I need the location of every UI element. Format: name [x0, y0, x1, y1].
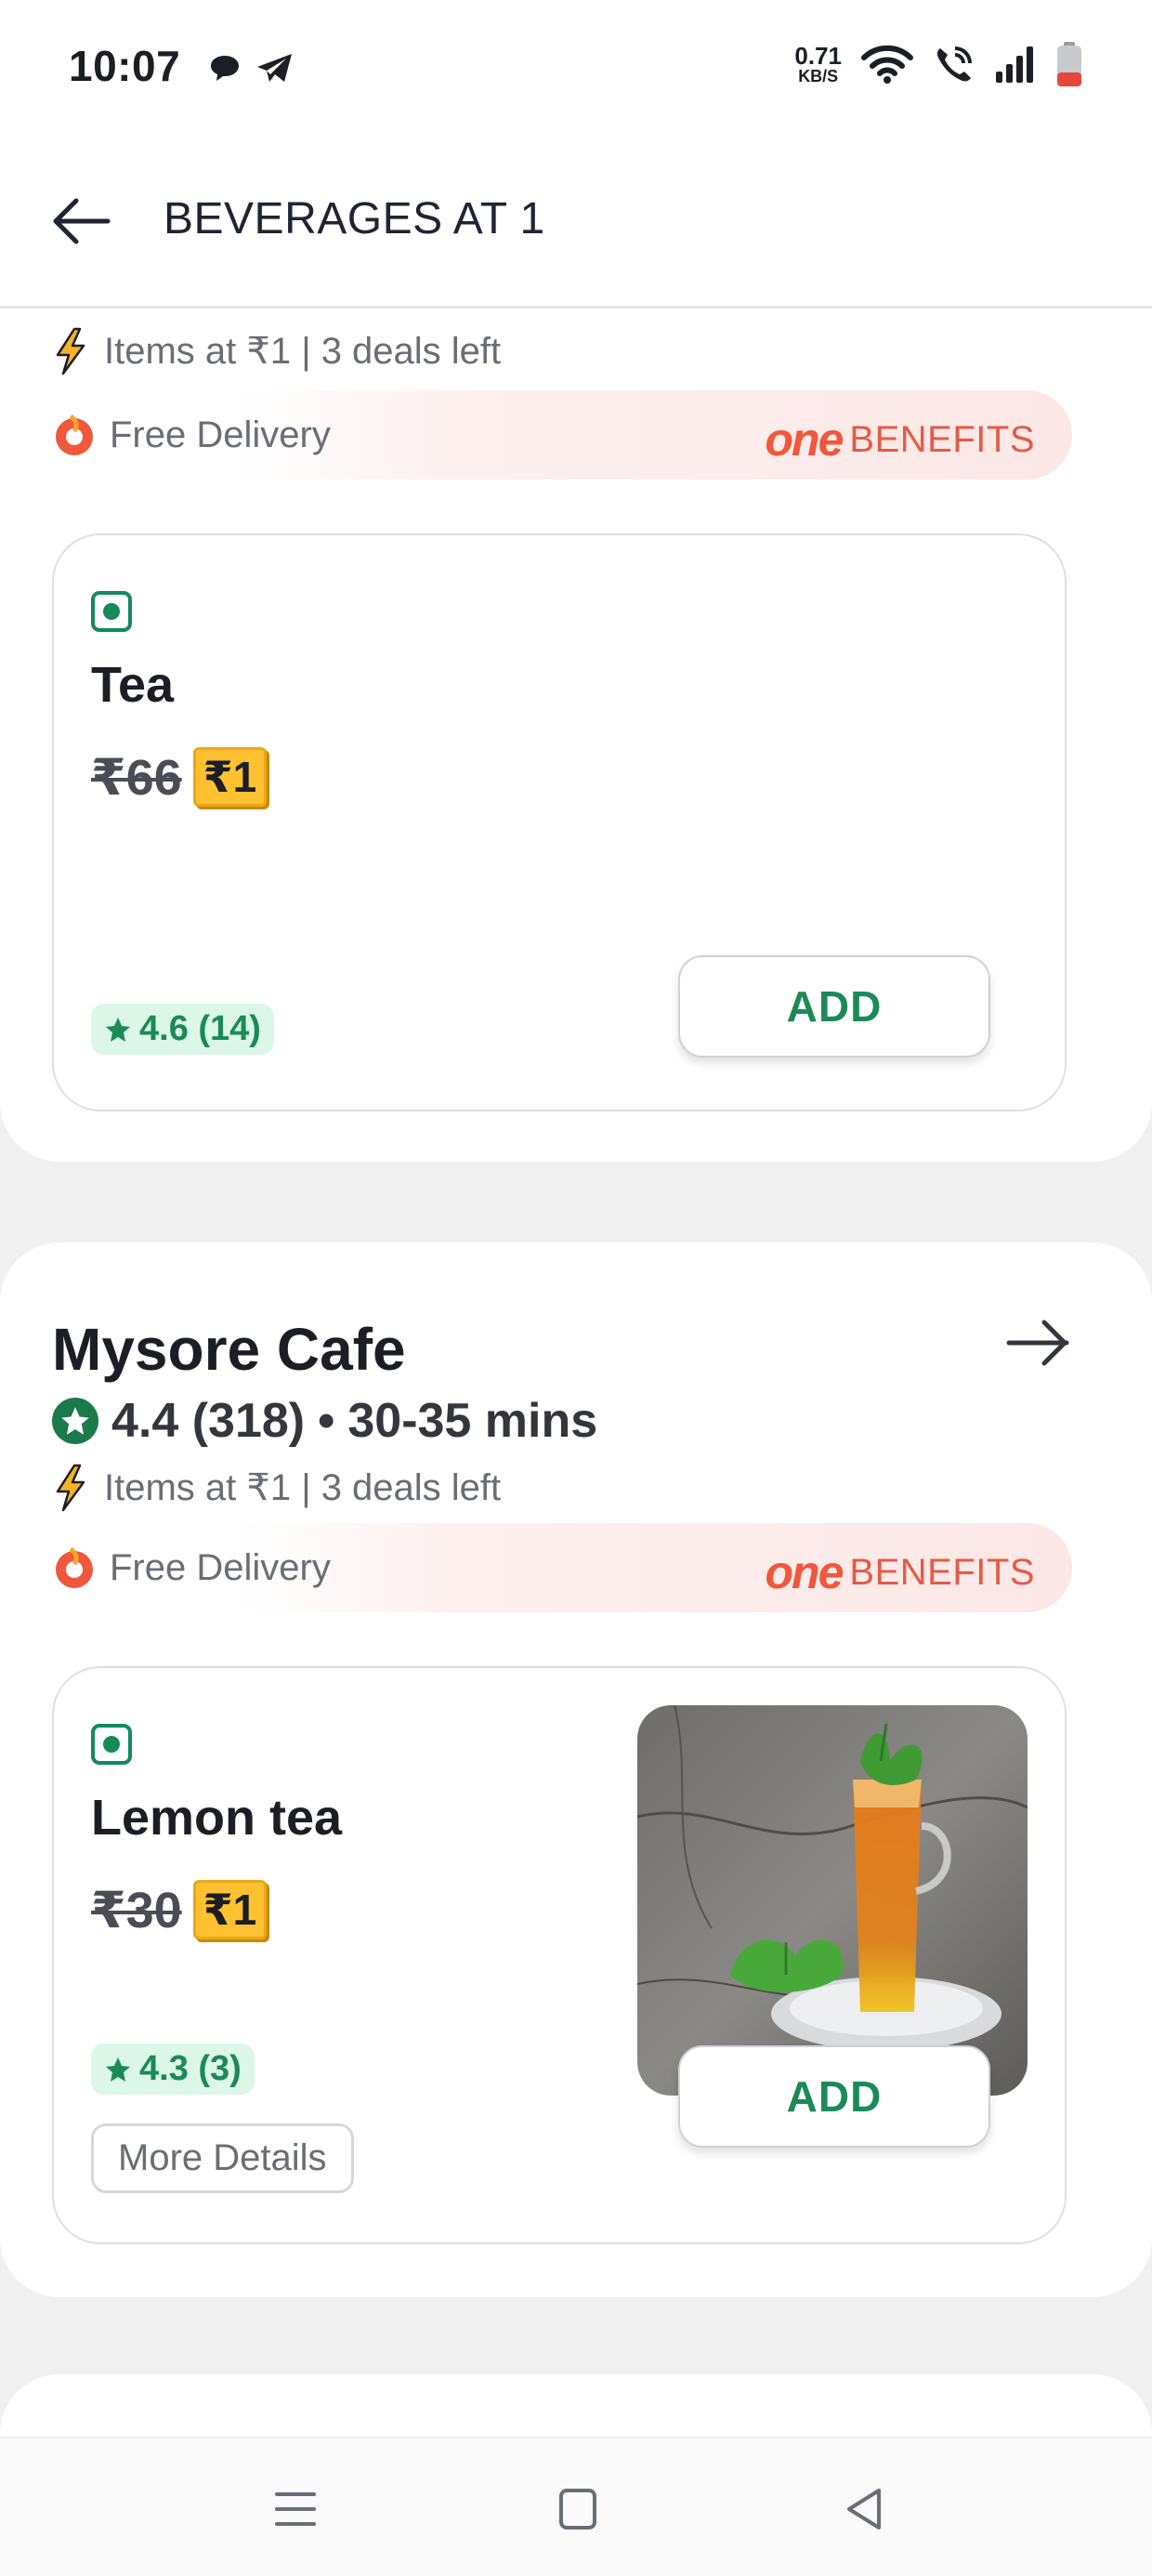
original-price: ₹30 [91, 1882, 182, 1939]
lightning-icon [56, 327, 85, 375]
original-price: ₹66 [91, 749, 182, 806]
net-speed: 0.71 KB/S [794, 44, 842, 85]
item-rating-text: 4.6 (14) [139, 1009, 261, 1048]
free-delivery-label: Free Delivery [110, 414, 331, 455]
delivery-eta: 30-35 mins [347, 1394, 598, 1448]
deal-price-badge: ₹1 [192, 1880, 268, 1939]
rating-star-icon [52, 1398, 98, 1444]
benefits-label: BENEFITS [849, 418, 1035, 460]
item-rating-text: 4.3 (3) [139, 2049, 242, 2088]
app-header: BEVERAGES AT 1 [0, 139, 1152, 309]
restaurant-card: Mysore Cafe 4.4 (318) • 30-35 mins Items… [0, 1242, 1152, 2297]
item-name: Tea [91, 657, 175, 713]
status-system-icons: 0.71 KB/S [794, 41, 1083, 87]
system-nav-bar [0, 2437, 1152, 2576]
one-benefits: one BENEFITS [766, 1545, 1036, 1599]
lightning-icon [56, 1464, 85, 1512]
one-logo: one [765, 414, 844, 466]
deals-text: Items at ₹1 | 3 deals left [104, 1467, 502, 1508]
deal-price-badge: ₹1 [192, 747, 268, 807]
status-notification-icons [206, 50, 295, 87]
restaurant-rating: 4.4 (318) [111, 1394, 306, 1448]
one-logo: one [765, 1546, 844, 1598]
veg-indicator-icon [91, 1724, 132, 1765]
wifi-call-icon [936, 46, 972, 82]
restaurant-card: Items at ₹1 | 3 deals left Free Delivery… [0, 186, 1152, 1162]
home-icon[interactable] [550, 2483, 606, 2535]
deals-text: Items at ₹1 | 3 deals left [104, 331, 502, 372]
item-rating-badge: 4.3 (3) [91, 2044, 255, 2095]
item-name: Lemon tea [91, 1790, 343, 1846]
net-speed-unit: KB/S [798, 67, 839, 85]
star-icon [106, 2057, 130, 2082]
veg-indicator-icon [91, 591, 132, 632]
net-speed-value: 0.71 [794, 42, 842, 70]
item-rating-badge: 4.6 (14) [91, 1004, 274, 1055]
battery-icon [1057, 42, 1081, 86]
status-bar: 10:07 0.71 KB/S [0, 0, 1152, 139]
one-benefits: one BENEFITS [766, 413, 1036, 467]
one-benefits-strip[interactable]: Free Delivery one BENEFITS [52, 390, 1072, 480]
deals-row: Items at ₹1 | 3 deals left [52, 327, 501, 375]
signal-icon [996, 46, 1033, 83]
status-time: 10:07 [69, 42, 181, 90]
menu-item-card[interactable]: Tea ₹66 ₹1 4.6 (14) ADD [52, 533, 1067, 1111]
menu-icon[interactable] [268, 2483, 323, 2535]
page-title: BEVERAGES AT 1 [164, 194, 545, 243]
chat-icon [211, 56, 239, 81]
deals-row: Items at ₹1 | 3 deals left [52, 1464, 501, 1512]
star-icon [106, 1017, 130, 1042]
arrow-left-icon[interactable] [48, 195, 111, 247]
add-button[interactable]: ADD [678, 2045, 990, 2148]
telegram-icon [257, 54, 292, 82]
add-button[interactable]: ADD [678, 955, 990, 1058]
separator-dot: • [318, 1394, 335, 1448]
restaurant-rating-row: 4.4 (318) • 30-35 mins [52, 1393, 597, 1449]
restaurant-name[interactable]: Mysore Cafe [52, 1315, 406, 1384]
benefits-label: BENEFITS [849, 1551, 1035, 1593]
one-benefits-strip[interactable]: Free Delivery one BENEFITS [52, 1523, 1072, 1612]
wifi-icon [861, 45, 913, 84]
lemon-tea-image [637, 1705, 1028, 2096]
one-flame-icon [56, 414, 93, 455]
one-flame-icon [56, 1546, 93, 1588]
menu-item-card[interactable]: Lemon tea ₹30 ₹1 4.3 (3) More Details AD… [52, 1666, 1067, 2244]
price-row: ₹66 ₹1 [91, 747, 268, 807]
free-delivery-label: Free Delivery [110, 1546, 331, 1588]
arrow-right-icon[interactable] [1005, 1317, 1072, 1369]
item-image[interactable] [637, 1705, 1028, 2096]
price-row: ₹30 ₹1 [91, 1880, 268, 1939]
free-delivery: Free Delivery [52, 1545, 331, 1590]
more-details-button[interactable]: More Details [91, 2123, 354, 2193]
back-icon[interactable] [836, 2483, 892, 2535]
free-delivery: Free Delivery [52, 413, 331, 457]
